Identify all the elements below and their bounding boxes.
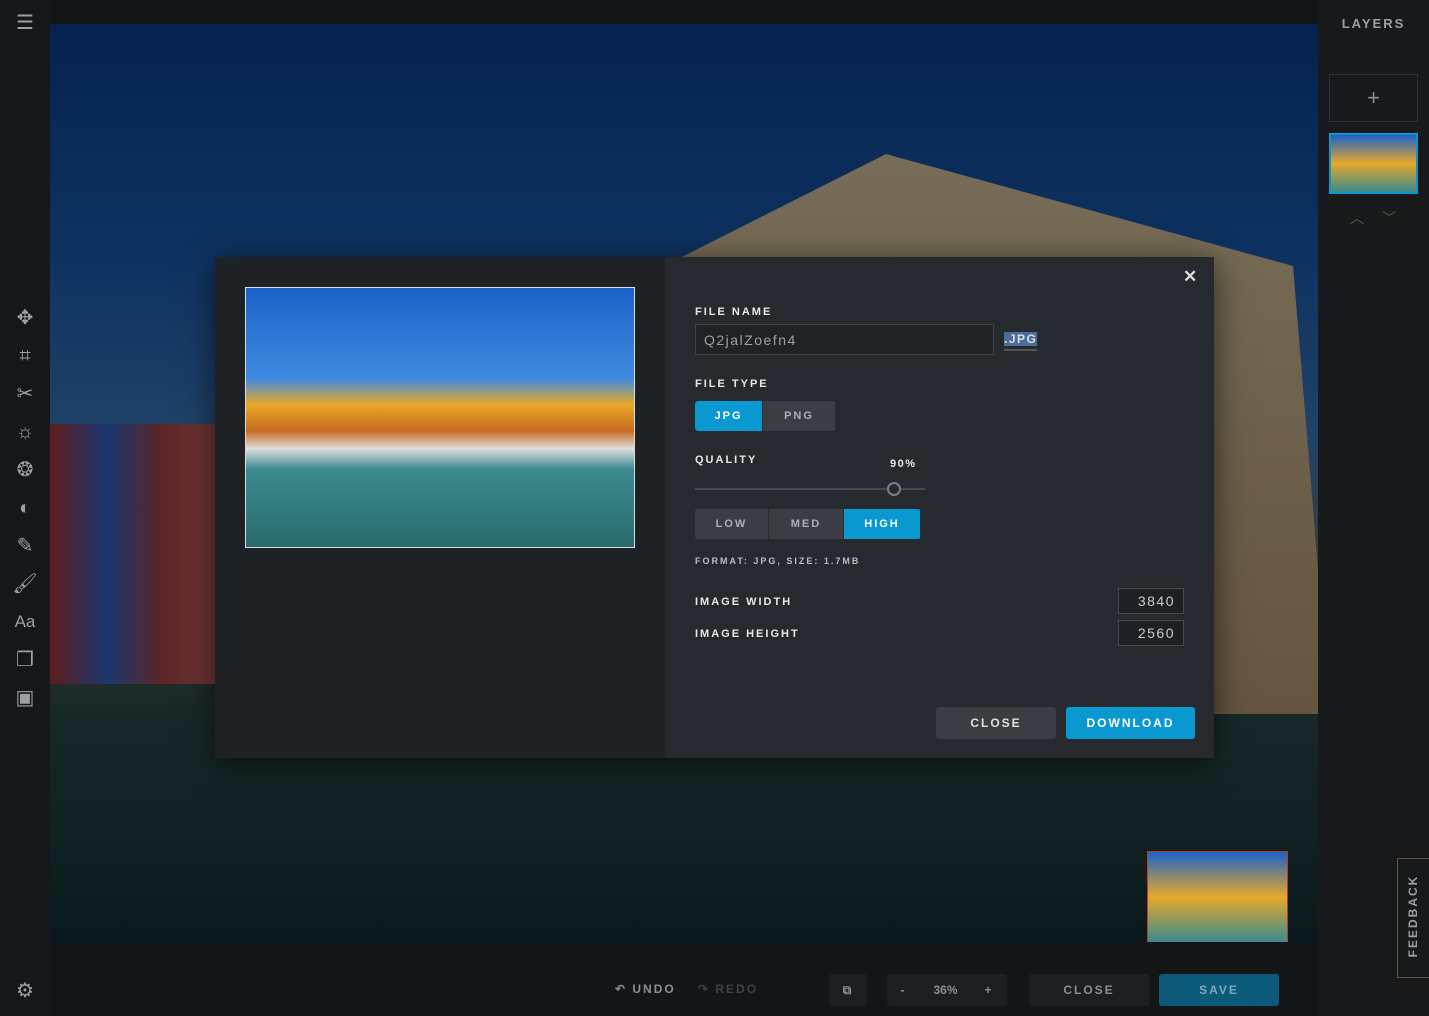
export-dialog: ✕ FILE NAME Q2jalZoefn4 .JPG FILE TYPE J… — [215, 257, 1214, 758]
layers-title: LAYERS — [1341, 16, 1406, 31]
image-width-label: IMAGE WIDTH — [695, 596, 793, 608]
file-type-label: FILE TYPE — [695, 378, 769, 390]
tool-sidebar: ☰ ✥ ⌗ ✂ ☼ ❂ ◐ ✎ 🖌 Aa ❐ ▣ ⚙ — [0, 0, 50, 1016]
navigator-thumbnail[interactable] — [1147, 851, 1288, 943]
zoom-level: 36% — [933, 983, 958, 997]
text-icon[interactable]: Aa — [12, 609, 38, 635]
zoom-in-button[interactable]: + — [984, 983, 993, 997]
file-name-input[interactable]: Q2jalZoefn4 — [695, 324, 994, 355]
quality-slider-handle[interactable] — [887, 482, 901, 496]
redo-button[interactable]: ↷ REDO — [698, 982, 758, 996]
quality-value: 90% — [890, 458, 917, 470]
move-icon[interactable]: ✥ — [12, 305, 38, 331]
vignette-icon[interactable]: ◐ — [12, 495, 38, 521]
image-icon[interactable]: ▣ — [12, 685, 38, 711]
file-extension: .JPG — [1004, 332, 1038, 351]
compare-button[interactable]: ⧉ — [829, 974, 867, 1006]
undo-label: UNDO — [632, 982, 676, 996]
download-button[interactable]: DOWNLOAD — [1066, 707, 1195, 739]
add-layer-button[interactable]: + — [1329, 74, 1418, 122]
jpg-option[interactable]: JPG — [695, 401, 763, 431]
zoom-out-button[interactable]: - — [900, 983, 906, 997]
menu-icon[interactable]: ☰ — [12, 10, 38, 36]
image-height-label: IMAGE HEIGHT — [695, 628, 800, 640]
scissors-icon[interactable]: ✂ — [12, 381, 38, 407]
image-height-input[interactable]: 2560 — [1118, 620, 1184, 646]
layers-icon[interactable]: ❐ — [12, 647, 38, 673]
zoom-control: - 36% + — [887, 974, 1007, 1006]
file-type-toggle: JPG PNG — [695, 401, 836, 431]
layer-up-icon[interactable]: ︿ — [1350, 208, 1364, 228]
layer-thumbnail[interactable] — [1329, 133, 1418, 194]
filter-icon[interactable]: ❂ — [12, 457, 38, 483]
feedback-label: FEEDBACK — [1406, 874, 1420, 958]
preview-pane — [215, 257, 665, 758]
compare-icon: ⧉ — [842, 982, 854, 997]
settings-icon[interactable]: ⚙ — [12, 978, 38, 1004]
top-bar — [0, 0, 1318, 24]
preset-low[interactable]: LOW — [695, 509, 769, 539]
close-icon[interactable]: ✕ — [1183, 267, 1197, 287]
crop-icon[interactable]: ⌗ — [12, 343, 38, 369]
adjust-icon[interactable]: ☼ — [12, 419, 38, 445]
image-width-input[interactable]: 3840 — [1118, 588, 1184, 614]
layer-down-icon[interactable]: ﹀ — [1382, 208, 1396, 228]
redo-label: REDO — [715, 982, 759, 996]
quality-presets: LOW MED HIGH — [695, 509, 921, 539]
dialog-close-button[interactable]: CLOSE — [936, 707, 1056, 739]
extension-text: .JPG — [1004, 332, 1038, 346]
undo-button[interactable]: ↶ UNDO — [615, 982, 676, 996]
feedback-tab[interactable]: FEEDBACK — [1397, 858, 1429, 978]
editor-close-button[interactable]: CLOSE — [1029, 974, 1149, 1006]
file-name-label: FILE NAME — [695, 306, 773, 318]
export-preview-image — [245, 287, 635, 548]
layers-panel: LAYERS + ︿ ﹀ FEEDBACK — [1318, 0, 1429, 1016]
preset-high[interactable]: HIGH — [844, 509, 921, 539]
png-option[interactable]: PNG — [763, 401, 836, 431]
quality-label: QUALITY — [695, 454, 758, 466]
eyedropper-icon[interactable]: ✎ — [12, 533, 38, 559]
brush-icon[interactable]: 🖌 — [12, 571, 38, 597]
format-info: FORMAT: JPG, SIZE: 1.7MB — [695, 556, 861, 566]
preset-med[interactable]: MED — [769, 509, 844, 539]
save-button[interactable]: SAVE — [1159, 974, 1279, 1006]
